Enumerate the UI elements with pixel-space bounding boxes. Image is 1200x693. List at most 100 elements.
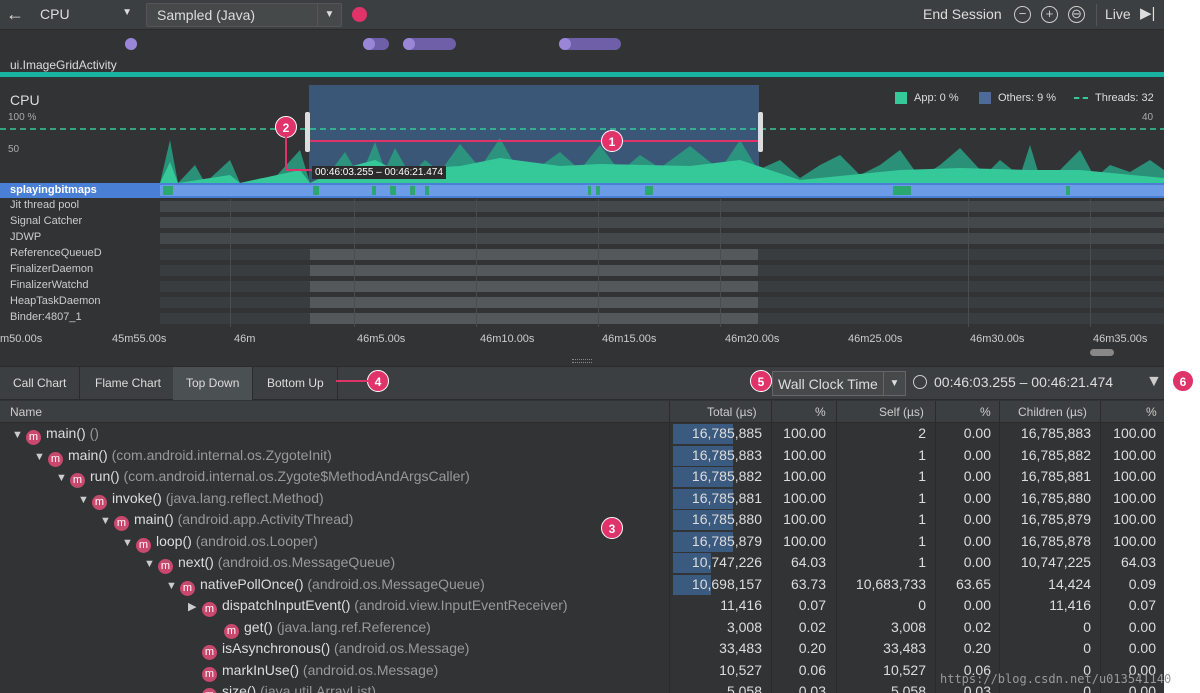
- col-self-pct[interactable]: %: [980, 405, 991, 419]
- method-fn: main(): [46, 425, 86, 441]
- col-children[interactable]: Children (µs): [1018, 405, 1087, 419]
- event-marker[interactable]: [403, 38, 456, 50]
- table-row[interactable]: ▼ m invoke() (java.lang.reflect.Method) 16,…: [0, 488, 1164, 510]
- selection-handle-right: [758, 112, 763, 152]
- zoom-in-icon[interactable]: +: [1041, 6, 1058, 23]
- method-icon: m: [136, 537, 151, 553]
- method-name: ▼ m run() (com.android.internal.os.Zygote$…: [56, 468, 470, 488]
- cell-child: 16,785,883: [1020, 425, 1091, 441]
- end-session-button[interactable]: End Session: [923, 6, 1002, 22]
- reset-zoom-icon[interactable]: ⊖: [1068, 6, 1085, 23]
- axis-tick: 46m: [234, 333, 256, 345]
- thread-row[interactable]: Signal Catcher: [0, 214, 1164, 230]
- table-row[interactable]: m get() (java.lang.ref.Reference) 3,008 0.0…: [0, 617, 1164, 639]
- method-class: (java.lang.ref.Reference): [276, 618, 431, 635]
- thread-row[interactable]: Binder:4807_1: [0, 310, 1164, 326]
- filter-icon[interactable]: ▼: [1146, 373, 1162, 391]
- thread-row[interactable]: JDWP: [0, 230, 1164, 246]
- thread-track: [160, 281, 1164, 292]
- live-button[interactable]: Live: [1105, 6, 1131, 22]
- expand-toggle-icon[interactable]: ▼: [144, 558, 158, 570]
- cell-total: 5,058: [726, 683, 762, 693]
- thread-track: [160, 217, 1164, 228]
- axis-tick: 46m20.00s: [725, 333, 780, 345]
- table-row[interactable]: ▼ m loop() (android.os.Looper) 16,785,879 10…: [0, 531, 1164, 553]
- method-name: ▼ m nativePollOnce() (android.os.MessageQu…: [166, 576, 485, 596]
- callout-2: 2: [275, 116, 297, 138]
- thread-track: [160, 265, 1164, 276]
- table-row[interactable]: ▼ m main() (com.android.internal.os.Zygote…: [0, 445, 1164, 467]
- table-row[interactable]: ▼ m main() (android.app.ActivityThread) 16,…: [0, 509, 1164, 531]
- tab-call-chart[interactable]: Call Chart: [0, 367, 81, 400]
- cell-child: 11,416: [1049, 597, 1091, 613]
- expand-toggle-icon[interactable]: ▼: [12, 429, 26, 441]
- method-fn: nativePollOnce(): [200, 575, 304, 592]
- arrow-left-icon[interactable]: ←: [6, 4, 24, 25]
- cell-tp: 100.00: [783, 489, 826, 506]
- cell-sp: 0.20: [963, 640, 991, 656]
- cell-child: 0: [1083, 640, 1091, 656]
- method-icon: m: [202, 645, 217, 660]
- cell-total: 10,527: [719, 661, 762, 678]
- expand-toggle-icon[interactable]: ▼: [100, 515, 114, 527]
- thread-name: FinalizerWatchd: [10, 279, 89, 291]
- cell-tp: 0.03: [798, 683, 826, 693]
- method-name: ▼ m main() (): [12, 425, 99, 445]
- cell-self: 1: [918, 489, 926, 506]
- cell-total: 16,785,879: [691, 532, 762, 549]
- thread-activity-mark: [313, 186, 319, 195]
- cell-self: 2: [918, 425, 926, 441]
- expand-toggle-icon[interactable]: ▼: [122, 537, 136, 549]
- table-row[interactable]: ▼ m run() (com.android.internal.os.Zygote$…: [0, 466, 1164, 488]
- horizontal-scrollbar[interactable]: [1090, 349, 1114, 356]
- thread-row[interactable]: ReferenceQueueD: [0, 246, 1164, 262]
- col-self[interactable]: Self (µs): [879, 405, 924, 419]
- clock-mode-select[interactable]: Wall Clock Time ▼: [772, 371, 906, 396]
- thread-row[interactable]: HeapTaskDaemon: [0, 294, 1164, 310]
- expand-toggle-icon[interactable]: ▼: [56, 472, 70, 484]
- col-total[interactable]: Total (µs): [707, 405, 757, 419]
- col-total-pct[interactable]: %: [815, 405, 826, 419]
- expand-toggle-icon[interactable]: ▶: [188, 600, 202, 613]
- tab-bottom-up[interactable]: Bottom Up: [254, 367, 338, 400]
- cell-tp: 100.00: [783, 468, 826, 484]
- tab-flame-chart[interactable]: Flame Chart: [82, 367, 176, 400]
- splitter-handle[interactable]: [572, 359, 592, 363]
- callout-4: 4: [367, 370, 389, 392]
- event-marker[interactable]: [559, 38, 621, 50]
- table-row[interactable]: m isAsynchronous() (android.os.Message) 33…: [0, 638, 1164, 660]
- profiler-select[interactable]: CPU ▼: [30, 3, 138, 27]
- col-name[interactable]: Name: [10, 405, 42, 419]
- cell-cp: 0.07: [1128, 597, 1156, 613]
- table-row[interactable]: ▼ m main() () 16,785,885 100.00 2 0.00 16,785,8…: [0, 423, 1164, 445]
- expand-toggle-icon[interactable]: ▼: [78, 494, 92, 506]
- table-row[interactable]: ▼ m nativePollOnce() (android.os.MessageQu…: [0, 574, 1164, 596]
- expand-toggle-icon[interactable]: ▼: [166, 580, 180, 592]
- config-select[interactable]: Sampled (Java) ▼: [146, 3, 342, 27]
- thread-track: [160, 249, 1164, 260]
- thread-row[interactable]: Jit thread pool: [0, 198, 1164, 214]
- zoom-out-icon[interactable]: −: [1014, 6, 1031, 23]
- method-class: (android.os.MessageQueue): [217, 554, 396, 570]
- thread-name: FinalizerDaemon: [10, 263, 94, 275]
- table-row[interactable]: ▶ m dispatchInputEvent() (android.view.Inp…: [0, 595, 1164, 617]
- method-class: (android.os.Message): [302, 661, 439, 678]
- event-marker[interactable]: [125, 38, 137, 50]
- col-children-pct[interactable]: %: [1146, 405, 1157, 419]
- cell-total: 3,008: [726, 618, 762, 635]
- table-row[interactable]: ▼ m next() (android.os.MessageQueue) 10,747…: [0, 552, 1164, 574]
- cell-cp: 0.09: [1128, 575, 1156, 592]
- cell-child: 16,785,878: [1020, 532, 1091, 549]
- thread-row[interactable]: FinalizerWatchd: [0, 278, 1164, 294]
- expand-toggle-icon[interactable]: ▼: [34, 451, 48, 463]
- thread-row[interactable]: splayingbitmaps: [0, 183, 1164, 198]
- tab-top-down[interactable]: Top Down: [173, 367, 254, 400]
- chevron-down-icon: ▼: [883, 372, 905, 395]
- thread-row[interactable]: FinalizerDaemon: [0, 262, 1164, 278]
- skip-to-end-icon[interactable]: ▶|: [1140, 4, 1155, 22]
- cell-sp: 0.00: [963, 446, 991, 463]
- record-button[interactable]: [352, 7, 367, 22]
- method-icon: m: [26, 430, 41, 445]
- method-class: (com.android.internal.os.ZygoteInit): [111, 446, 332, 463]
- event-marker[interactable]: [363, 38, 389, 50]
